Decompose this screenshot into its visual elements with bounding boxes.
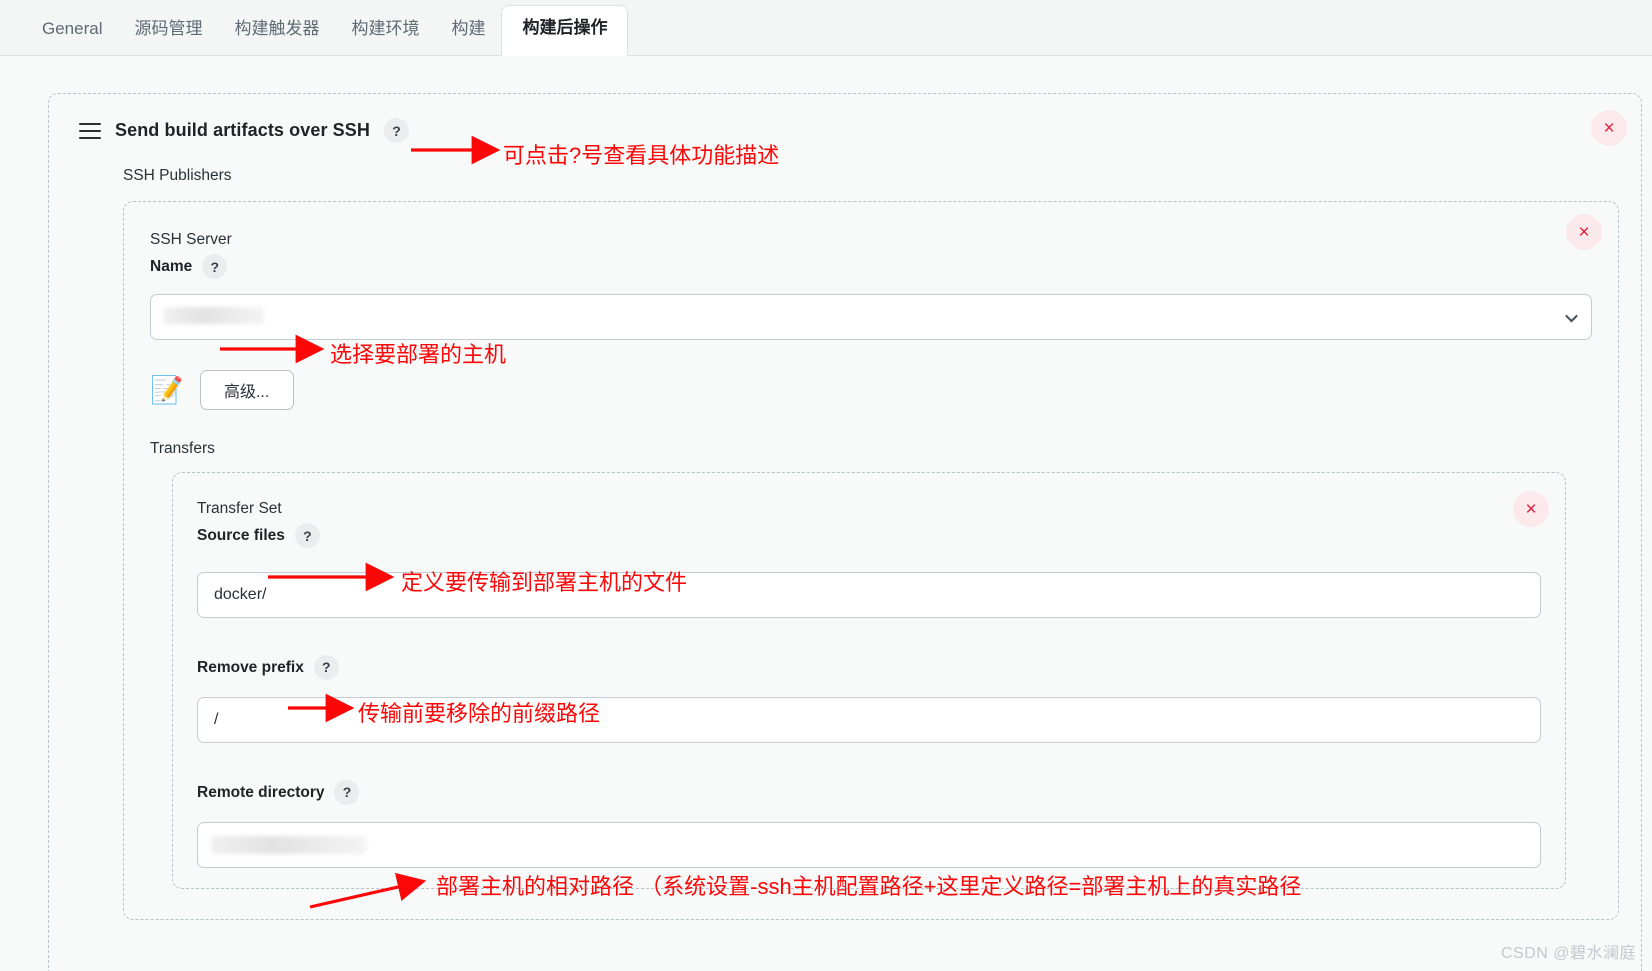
help-icon-source-files[interactable]: ? xyxy=(294,523,320,549)
memo-icon: 📝 xyxy=(150,374,184,405)
panel-header: Send build artifacts over SSH ? xyxy=(49,94,1641,143)
redacted-remote-directory xyxy=(211,835,366,854)
ssh-server-group-label: SSH Server xyxy=(150,231,232,248)
source-files-label: Source files xyxy=(197,527,285,545)
source-files-input-wrap xyxy=(197,571,1541,618)
tab-build[interactable]: 构建 xyxy=(435,9,501,55)
post-build-actions-page: Send build artifacts over SSH ? × SSH Pu… xyxy=(0,56,1652,971)
remove-prefix-input[interactable] xyxy=(197,696,1541,743)
remove-prefix-input-wrap xyxy=(197,696,1541,743)
transfer-set-group-label: Transfer Set xyxy=(197,500,282,518)
tab-build-triggers[interactable]: 构建触发器 xyxy=(218,9,335,55)
tab-post-build-actions[interactable]: 构建后操作 xyxy=(501,4,629,56)
help-icon-remote-directory[interactable]: ? xyxy=(334,779,360,805)
tab-source-management[interactable]: 源码管理 xyxy=(118,9,218,55)
redacted-server-name xyxy=(164,307,264,325)
help-icon-panel[interactable]: ? xyxy=(383,118,409,143)
ssh-server-name-select[interactable] xyxy=(150,294,1592,341)
ssh-server-name-row: Name ? xyxy=(150,253,1592,280)
source-files-input[interactable] xyxy=(197,571,1541,618)
panel-title: Send build artifacts over SSH xyxy=(115,120,370,140)
transfer-set-card: × Transfer Set Source files ? Remove pre… xyxy=(172,472,1566,889)
ssh-server-name-select-wrap xyxy=(150,294,1592,341)
help-icon-ssh-name[interactable]: ? xyxy=(202,254,228,280)
remove-prefix-label: Remove prefix xyxy=(197,658,304,676)
advanced-button[interactable]: 高级... xyxy=(199,370,294,411)
tab-build-environment[interactable]: 构建环境 xyxy=(335,9,435,55)
ssh-server-card: × SSH Server Name ? 📝 高级... Transfers × xyxy=(123,201,1619,920)
source-files-row: Source files ? xyxy=(197,522,1541,549)
remote-directory-row: Remote directory ? xyxy=(197,779,1541,806)
remote-directory-input[interactable] xyxy=(197,821,1541,868)
help-icon-remove-prefix[interactable]: ? xyxy=(313,654,339,680)
settings-tab-bar: General 源码管理 构建触发器 构建环境 构建 构建后操作 xyxy=(0,0,1652,56)
drag-handle-icon[interactable] xyxy=(79,122,101,139)
ssh-server-name-label: Name xyxy=(150,258,193,276)
send-build-artifacts-over-ssh-panel: Send build artifacts over SSH ? × SSH Pu… xyxy=(48,93,1642,971)
remote-directory-input-wrap xyxy=(197,821,1541,868)
remove-ssh-server-button[interactable]: × xyxy=(1566,214,1602,250)
remove-publisher-button[interactable]: × xyxy=(1591,110,1627,146)
remote-directory-label: Remote directory xyxy=(197,783,325,801)
ssh-publishers-label: SSH Publishers xyxy=(123,167,232,184)
tab-general[interactable]: General xyxy=(26,9,118,55)
transfers-label: Transfers xyxy=(150,440,215,458)
csdn-watermark: CSDN @碧水澜庭 xyxy=(1500,945,1636,962)
remove-prefix-row: Remove prefix ? xyxy=(197,654,1541,681)
remove-transfer-set-button[interactable]: × xyxy=(1513,491,1549,528)
advanced-row: 📝 高级... xyxy=(150,370,1592,411)
